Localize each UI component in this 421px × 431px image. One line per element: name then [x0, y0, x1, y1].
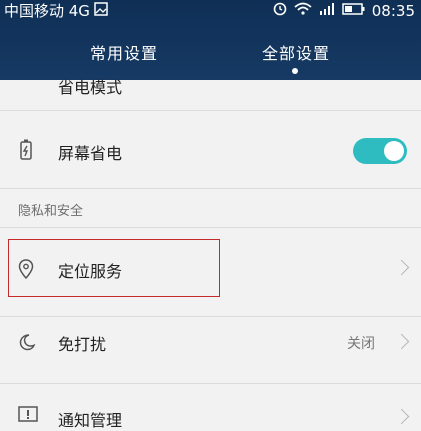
row-label-dnd: 免打扰: [58, 335, 107, 354]
tab-bar: 常用设置 全部设置: [0, 30, 421, 80]
list-item-partial[interactable]: 省电模式: [0, 78, 421, 111]
carrier-text: 中国移动 4G: [4, 2, 90, 20]
toggle-knob: [384, 141, 404, 161]
battery-icon: [342, 0, 366, 22]
chevron-right-icon: [393, 408, 410, 425]
list-item-dnd[interactable]: 免打扰 关闭: [0, 317, 421, 384]
notification-icon: [18, 406, 38, 428]
active-tab-indicator: [292, 68, 298, 74]
screen-power-toggle[interactable]: [353, 138, 407, 164]
status-bar: 中国移动 4G 08:35: [0, 0, 421, 22]
signal-icon: [318, 0, 336, 22]
list-item-notifications[interactable]: 通知管理: [0, 384, 421, 430]
row-label-notifications: 通知管理: [58, 411, 123, 430]
time-text: 08:35: [371, 2, 415, 20]
battery-save-icon: [18, 139, 34, 165]
chevron-right-icon: [393, 333, 410, 350]
row-label-screen-power: 屏幕省电: [58, 144, 123, 163]
section-title-privacy: 隐私和安全: [18, 204, 84, 219]
status-right: 08:35: [272, 0, 415, 22]
tab-all-settings[interactable]: 全部设置: [262, 40, 330, 64]
wifi-icon: [294, 0, 312, 22]
header: 中国移动 4G 08:35 常用设置 全部设置: [0, 0, 421, 80]
highlight-box: [8, 239, 220, 297]
alarm-icon: [272, 0, 288, 22]
status-left: 中国移动 4G: [4, 0, 108, 22]
chevron-right-icon: [393, 259, 410, 276]
row-label-partial: 省电模式: [58, 78, 123, 97]
tab-common-settings[interactable]: 常用设置: [90, 40, 158, 64]
moon-icon: [18, 333, 36, 355]
dnd-value: 关闭: [347, 336, 375, 352]
image-icon: [94, 0, 108, 22]
